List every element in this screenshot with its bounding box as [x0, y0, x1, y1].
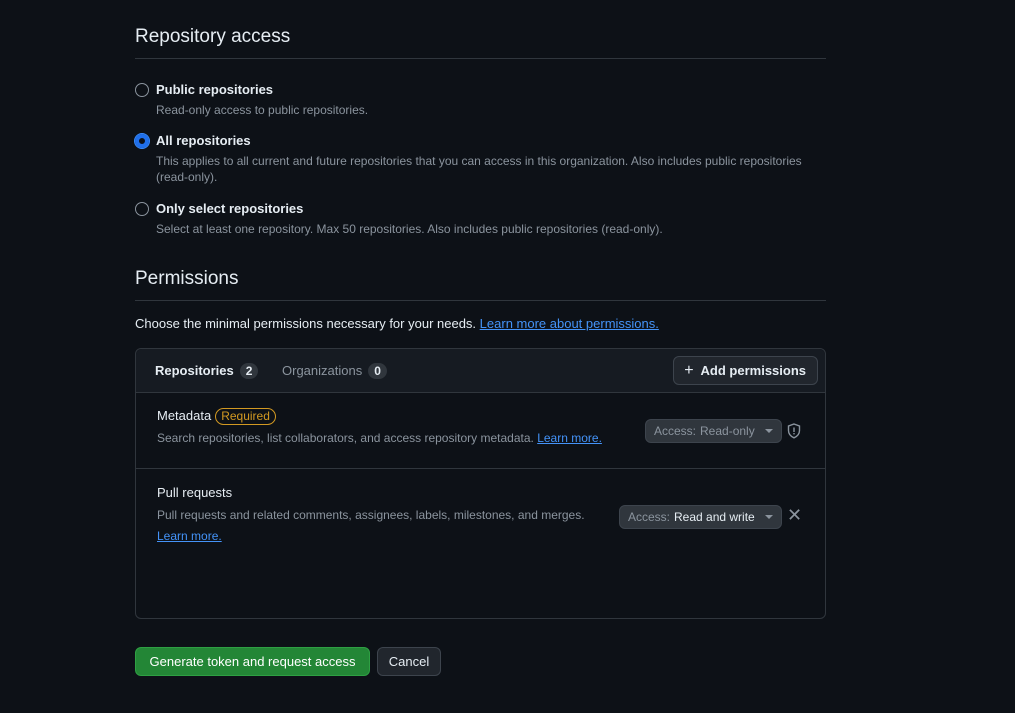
- shield-icon: [787, 423, 801, 439]
- repository-access-title: Repository access: [135, 26, 826, 59]
- permission-description: Search repositories, list collaborators,…: [157, 428, 602, 449]
- permission-description: Pull requests and related comments, assi…: [157, 505, 597, 547]
- permission-description-text: Pull requests and related comments, assi…: [157, 508, 585, 522]
- radio-label: All repositories: [156, 133, 251, 148]
- permissions-title: Permissions: [135, 268, 826, 301]
- permission-row-metadata: Metadata Required Search repositories, li…: [136, 394, 825, 469]
- tab-label: Repositories: [155, 363, 234, 378]
- permissions-intro-text: Choose the minimal permissions necessary…: [135, 316, 477, 331]
- add-permissions-button[interactable]: + Add permissions: [673, 356, 818, 385]
- tab-count-badge: 0: [368, 363, 387, 379]
- permissions-panel: Repositories 2 Organizations 0 + Add permi…: [135, 348, 826, 619]
- radio-button[interactable]: [135, 202, 149, 216]
- tab-repositories[interactable]: Repositories 2: [155, 363, 259, 379]
- radio-label: Only select repositories: [156, 201, 304, 216]
- required-badge: Required: [215, 408, 276, 425]
- radio-button[interactable]: [135, 83, 149, 97]
- tab-label: Organizations: [282, 363, 363, 378]
- learn-more-link[interactable]: Learn more.: [537, 431, 602, 445]
- access-select-metadata[interactable]: Access: Read-only: [645, 419, 782, 443]
- tab-organizations[interactable]: Organizations 0: [282, 363, 387, 379]
- caret-down-icon: [764, 429, 773, 433]
- access-value: Read and write: [674, 510, 755, 524]
- radio-description: Read-only access to public repositories.: [156, 103, 369, 117]
- radio-description: This applies to all current and future r…: [156, 154, 802, 184]
- permissions-panel-header: Repositories 2 Organizations 0 + Add permi…: [136, 349, 825, 393]
- permissions-intro: Choose the minimal permissions necessary…: [135, 316, 659, 331]
- cancel-button[interactable]: Cancel: [377, 647, 441, 676]
- learn-more-link[interactable]: Learn more.: [157, 529, 222, 543]
- radio-button-checked[interactable]: [134, 133, 150, 149]
- permission-name: Pull requests: [157, 485, 233, 500]
- radio-description: Select at least one repository. Max 50 r…: [156, 222, 663, 236]
- plus-icon: +: [684, 361, 694, 379]
- caret-down-icon: [764, 515, 773, 519]
- radio-label: Public repositories: [156, 82, 274, 97]
- permission-description-text: Search repositories, list collaborators,…: [157, 431, 534, 445]
- permission-name: Metadata Required: [157, 408, 276, 425]
- access-value: Read-only: [700, 424, 755, 438]
- access-select-pull-requests[interactable]: Access: Read and write: [619, 505, 782, 529]
- permission-row-pull-requests: Pull requests Pull requests and related …: [136, 470, 825, 618]
- close-icon[interactable]: ✕: [787, 506, 802, 524]
- add-permissions-label: Add permissions: [700, 363, 806, 378]
- permission-name-text: Metadata: [157, 408, 212, 423]
- generate-token-button[interactable]: Generate token and request access: [135, 647, 370, 676]
- access-prefix: Access:: [628, 510, 671, 524]
- access-prefix: Access:: [654, 424, 697, 438]
- tab-count-badge: 2: [239, 363, 259, 379]
- learn-more-permissions-link[interactable]: Learn more about permissions.: [480, 316, 659, 331]
